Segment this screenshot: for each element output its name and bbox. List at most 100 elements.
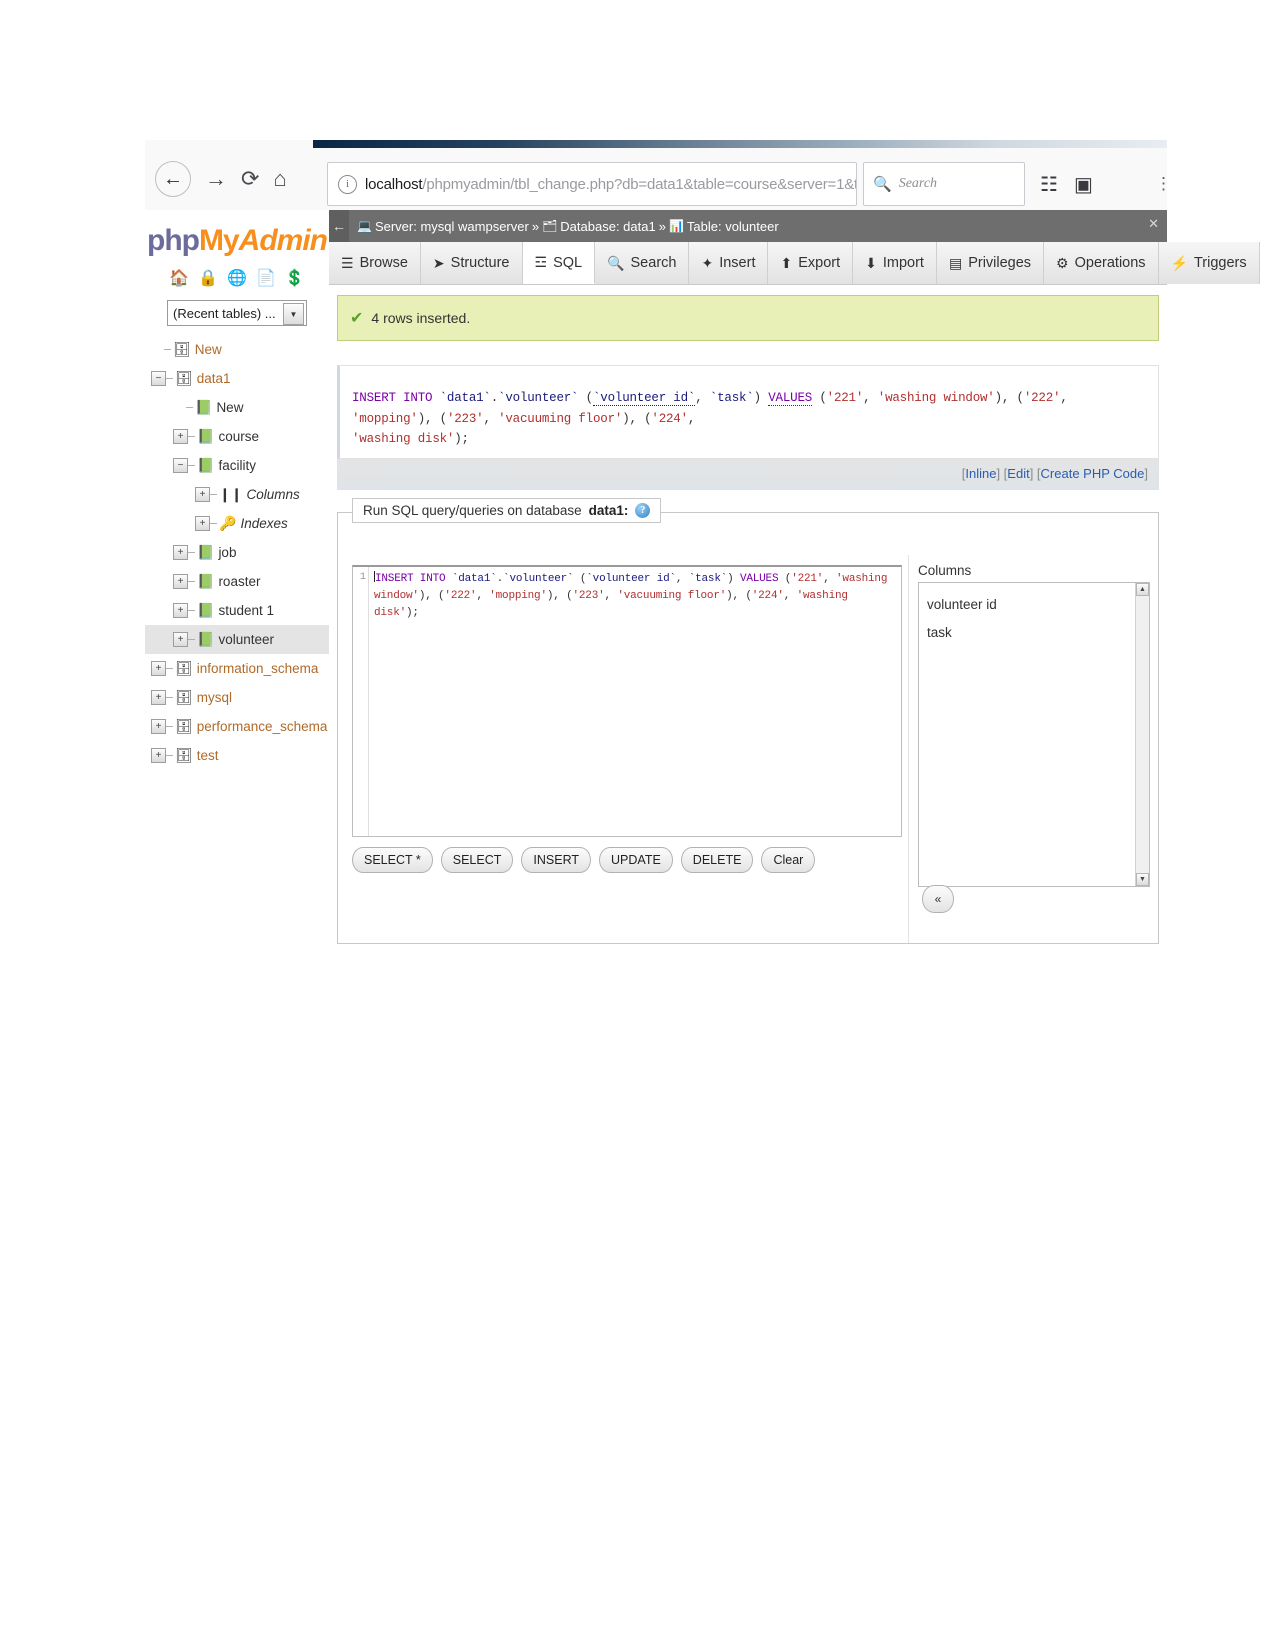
forward-icon[interactable]: → xyxy=(205,168,227,190)
search-bar[interactable]: 🔍 Search xyxy=(863,162,1025,206)
expand-icon[interactable]: + xyxy=(151,748,166,763)
expand-icon[interactable]: + xyxy=(173,574,188,589)
expand-icon[interactable]: + xyxy=(195,516,210,531)
tree-item-mysql[interactable]: + 🗄 mysql xyxy=(145,683,329,712)
tab-export[interactable]: ⬆ Export xyxy=(768,242,854,284)
expand-icon[interactable]: + xyxy=(195,487,210,502)
expand-icon[interactable]: + xyxy=(151,719,166,734)
url-host: localhost xyxy=(365,175,423,193)
collapse-columns-button[interactable]: « xyxy=(922,884,954,913)
tab-browse[interactable]: ☰ Browse xyxy=(329,242,421,284)
sql-token: ( xyxy=(578,391,594,405)
sidebar-quick-icons: 🏠 🔒 🌐 📄 💲 xyxy=(145,268,329,288)
query-button-insert[interactable]: INSERT xyxy=(521,846,592,873)
tree-item-new[interactable]: 📗 New xyxy=(145,393,329,422)
docs-icon[interactable]: 🌐 xyxy=(227,268,247,288)
create-php-code-link[interactable]: Create PHP Code xyxy=(1041,466,1145,481)
home-icon[interactable]: ⌂ xyxy=(273,168,286,190)
columns-list[interactable]: volunteer id task ▲ ▼ xyxy=(918,581,1150,887)
scroll-down-icon[interactable]: ▼ xyxy=(1136,872,1149,886)
logout-icon[interactable]: 🔒 xyxy=(198,268,218,288)
close-icon[interactable]: ✕ xyxy=(1148,216,1159,232)
expand-icon[interactable]: + xyxy=(173,545,188,560)
insert-icon: ✦ xyxy=(701,254,714,271)
breadcrumb-table[interactable]: Table: volunteer xyxy=(687,219,779,234)
tree-item-job[interactable]: + 📗 job xyxy=(145,538,329,567)
expand-icon[interactable]: + xyxy=(173,603,188,618)
tab-search[interactable]: 🔍 Search xyxy=(595,242,690,284)
collapse-nav-icon[interactable]: ← xyxy=(329,210,349,242)
query-button-clear[interactable]: Clear xyxy=(761,846,816,873)
sql-token: 'washing window' xyxy=(877,391,995,405)
sql-token: '224' xyxy=(651,411,688,426)
tree-item-test[interactable]: + 🗄 test xyxy=(145,741,329,770)
column-item[interactable]: volunteer id xyxy=(925,591,1143,619)
tree-item-roaster[interactable]: + 📗 roaster xyxy=(145,567,329,596)
chevron-down-icon[interactable]: ▼ xyxy=(283,303,304,325)
column-item[interactable]: task xyxy=(925,619,1143,647)
collapse-icon[interactable]: − xyxy=(151,371,166,386)
reload-icon[interactable]: ⟳ xyxy=(241,168,259,190)
recent-tables-select[interactable]: (Recent tables) ... ▼ xyxy=(167,300,307,326)
query-button-update[interactable]: UPDATE xyxy=(599,846,673,873)
structure-icon: ➤ xyxy=(432,254,445,271)
edit-link[interactable]: Edit xyxy=(1007,466,1029,481)
expand-icon[interactable]: + xyxy=(151,690,166,705)
tree-item-data1[interactable]: − 🗄 data1 xyxy=(145,364,329,393)
url-path: /phpmyadmin/tbl_change.php?db=data1&tabl… xyxy=(422,175,857,193)
reload-icon[interactable]: 💲 xyxy=(285,268,305,288)
expand-icon[interactable]: + xyxy=(173,632,188,647)
tree-item-indexes[interactable]: + 🔑 Indexes xyxy=(145,509,329,538)
tree-item-label: mysql xyxy=(196,690,233,705)
tree-item-student-1[interactable]: + 📗 student 1 xyxy=(145,596,329,625)
home-icon[interactable]: 🏠 xyxy=(169,268,189,288)
phpmyadmin-logo[interactable]: phpMyAdmin xyxy=(145,210,329,258)
menu-icon[interactable]: ⋮ xyxy=(1155,174,1172,194)
tab-import[interactable]: ⬇ Import xyxy=(853,242,937,284)
tab-operations[interactable]: ⚙ Operations xyxy=(1044,242,1159,284)
tab-privileges[interactable]: ▤ Privileges xyxy=(936,242,1045,284)
back-icon[interactable]: ← xyxy=(155,161,191,197)
site-info-icon[interactable]: i xyxy=(338,174,357,194)
tree-item-course[interactable]: + 📗 course xyxy=(145,422,329,451)
tree-item-performance-schema[interactable]: + 🗄 performance_schema xyxy=(145,712,329,741)
query-button-select[interactable]: SELECT * xyxy=(352,846,433,873)
database-icon: 🗂 xyxy=(542,219,558,233)
tab-insert[interactable]: ✦ Insert xyxy=(689,242,769,284)
tab-sql[interactable]: ☲ SQL xyxy=(522,242,596,284)
tree-item-facility[interactable]: − 📗 facility xyxy=(145,451,329,480)
query-button-select[interactable]: SELECT xyxy=(440,846,514,873)
address-bar[interactable]: i localhost/phpmyadmin/tbl_change.php?db… xyxy=(327,162,857,206)
columns-scrollbar[interactable]: ▲ ▼ xyxy=(1135,582,1149,886)
tab-triggers[interactable]: ⚡ Triggers xyxy=(1158,242,1260,284)
search-icon: 🔍 xyxy=(873,176,892,193)
tree-item-volunteer[interactable]: + 📗 volunteer xyxy=(145,625,329,654)
panel-divider xyxy=(908,554,909,943)
collapse-icon[interactable]: − xyxy=(173,458,188,473)
help-icon[interactable]: 📄 xyxy=(256,268,276,288)
tree-item-columns[interactable]: + ❙❙ Columns xyxy=(145,480,329,509)
sql-editor[interactable]: 1 INSERT INTO `data1`.`volunteer` (`volu… xyxy=(352,564,902,837)
help-icon[interactable]: ? xyxy=(635,502,651,518)
breadcrumb-database[interactable]: Database: data1 xyxy=(560,219,655,234)
sql-token: `volunteer` xyxy=(503,572,574,585)
executed-sql-display: INSERT INTO `data1`.`volunteer` (`volunt… xyxy=(337,365,1159,459)
sql-editor-content[interactable]: INSERT INTO `data1`.`volunteer` (`volunt… xyxy=(369,567,901,836)
inline-link[interactable]: Inline xyxy=(965,466,996,481)
scroll-up-icon[interactable]: ▲ xyxy=(1136,582,1149,596)
columns-list-items: volunteer id task xyxy=(925,591,1143,646)
tab-label: Structure xyxy=(450,255,510,271)
tree-item-information-schema[interactable]: + 🗄 information_schema xyxy=(145,654,329,683)
tree-item-label: facility xyxy=(218,458,256,473)
reader-view-icon[interactable]: ▣ xyxy=(1074,172,1093,197)
tab-structure[interactable]: ➤ Structure xyxy=(420,242,523,284)
tree-item-new[interactable]: 🗄 New xyxy=(145,335,329,364)
sql-token: , xyxy=(783,589,797,602)
table-icon: 📊 xyxy=(668,219,684,233)
breadcrumb-server[interactable]: Server: mysql wampserver xyxy=(375,219,529,234)
library-icon[interactable]: ☷ xyxy=(1040,172,1058,197)
sql-token: ) xyxy=(727,572,740,585)
query-button-delete[interactable]: DELETE xyxy=(680,846,754,873)
expand-icon[interactable]: + xyxy=(151,661,166,676)
expand-icon[interactable]: + xyxy=(173,429,188,444)
